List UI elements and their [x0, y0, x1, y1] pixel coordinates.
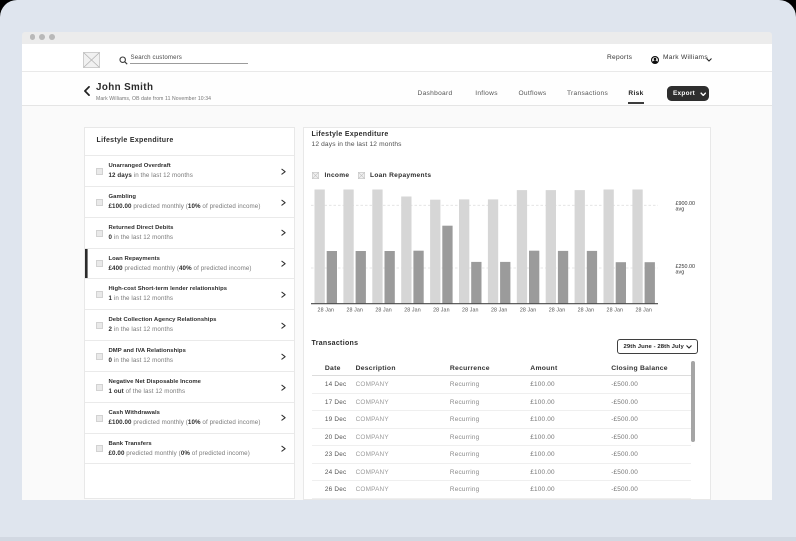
- svg-text:28 Jan: 28 Jan: [578, 307, 595, 313]
- svg-text:28 Jan: 28 Jan: [433, 307, 450, 313]
- svg-text:28 Jan: 28 Jan: [635, 307, 652, 313]
- svg-text:28 Jan: 28 Jan: [346, 307, 363, 313]
- svg-text:28 Jan: 28 Jan: [318, 307, 335, 313]
- svg-text:28 Jan: 28 Jan: [375, 307, 392, 313]
- svg-text:28 Jan: 28 Jan: [404, 307, 421, 313]
- svg-text:avg: avg: [676, 269, 685, 275]
- svg-text:avg: avg: [676, 206, 685, 212]
- svg-text:28 Jan: 28 Jan: [520, 307, 537, 313]
- svg-text:28 Jan: 28 Jan: [491, 307, 508, 313]
- svg-text:28 Jan: 28 Jan: [462, 307, 479, 313]
- svg-text:28 Jan: 28 Jan: [607, 307, 624, 313]
- svg-text:28 Jan: 28 Jan: [549, 307, 566, 313]
